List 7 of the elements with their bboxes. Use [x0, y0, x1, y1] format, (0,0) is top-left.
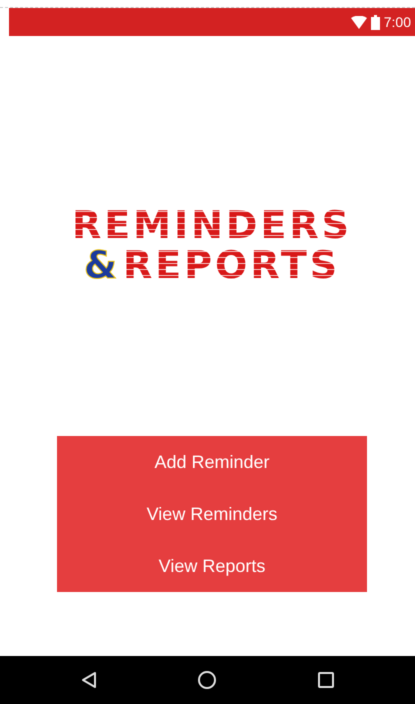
back-icon[interactable]: [80, 671, 98, 689]
battery-icon: [370, 14, 380, 30]
recents-icon[interactable]: [317, 671, 336, 689]
home-icon[interactable]: [197, 670, 218, 690]
clock-time: 7:00: [384, 14, 411, 30]
wifi-icon: [350, 16, 367, 28]
logo-ampersand: &: [84, 246, 117, 284]
